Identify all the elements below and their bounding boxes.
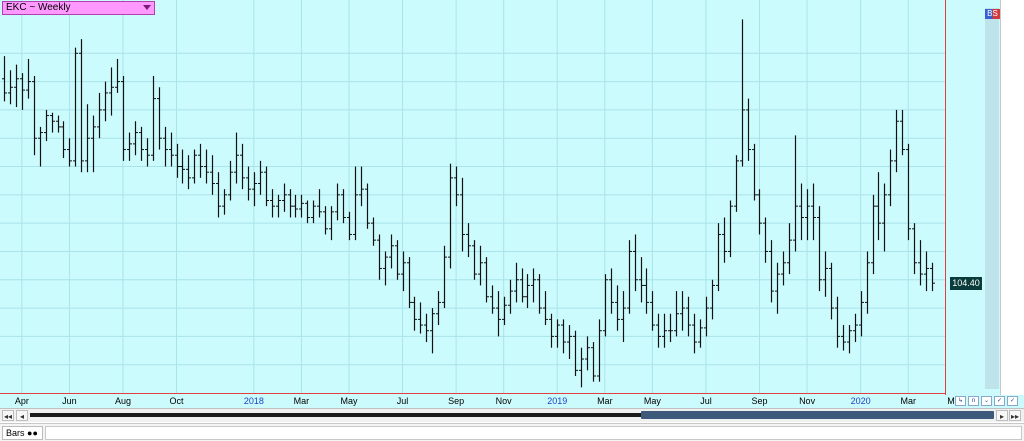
crosshair-tool-icon[interactable]: ✓ [994,396,1005,406]
x-tick-label: 2019 [547,396,567,406]
x-tick-label: Nov [496,396,513,406]
x-tick-label: Jun [62,396,77,406]
symbol-label: EKC ~ Weekly [6,2,71,13]
x-tick-label: Mar [900,396,916,406]
scroll-next-button[interactable]: ▸ [996,410,1008,421]
x-tick-label: Mar [294,396,310,406]
x-tick-label: Nov [799,396,816,406]
bars-tab[interactable]: Bars ●● [2,426,43,440]
fit-tool-icon[interactable]: ⌄ [981,396,992,406]
x-tick-label: Sep [751,396,767,406]
bs-badge[interactable]: BS [985,9,1000,19]
x-tick-label: Jul [397,396,409,406]
scroll-first-button[interactable]: ◂◂ [2,410,14,421]
last-price-label: 104.40 [950,277,982,291]
symbol-selector[interactable]: EKC ~ Weekly [2,1,155,15]
x-tick-label: 2020 [851,396,871,406]
zoom-out-tool-icon[interactable]: n [968,396,979,406]
zoom-in-tool-icon[interactable]: ↳ [955,396,966,406]
status-field [45,426,1022,440]
chart-area[interactable]: 90.0095.00100.00105.00110.00115.00120.00… [0,0,1024,408]
x-tick-label: Aug [115,396,131,406]
x-tick-label: May [644,396,662,406]
price-axis-scrollbar[interactable] [985,8,999,389]
time-scroll-thumb[interactable] [641,411,994,419]
scroll-prev-button[interactable]: ◂ [16,410,28,421]
x-tick-label: Sep [448,396,464,406]
dropdown-arrow-icon[interactable] [143,5,151,10]
right-sidebar-strip [1000,0,1024,395]
scroll-last-button[interactable]: ▸▸ [1009,410,1021,421]
x-tick-label: May [341,396,359,406]
x-tick-label: Apr [15,396,29,406]
price-chart: 90.0095.00100.00105.00110.00115.00120.00… [0,0,978,406]
x-tick-label: Jul [700,396,712,406]
x-tick-label: Mar [597,396,613,406]
x-tick-label: 2018 [244,396,264,406]
status-bar: Bars ●● [0,423,1024,441]
time-navigation-bar: ◂◂ ◂ ▸ ▸▸ [0,408,1024,422]
link-icon: ●● [27,428,38,438]
x-tick-label: Oct [170,396,185,406]
bars-tab-label: Bars [6,428,25,438]
draw-tool-icon[interactable]: ✓ [1007,396,1018,406]
